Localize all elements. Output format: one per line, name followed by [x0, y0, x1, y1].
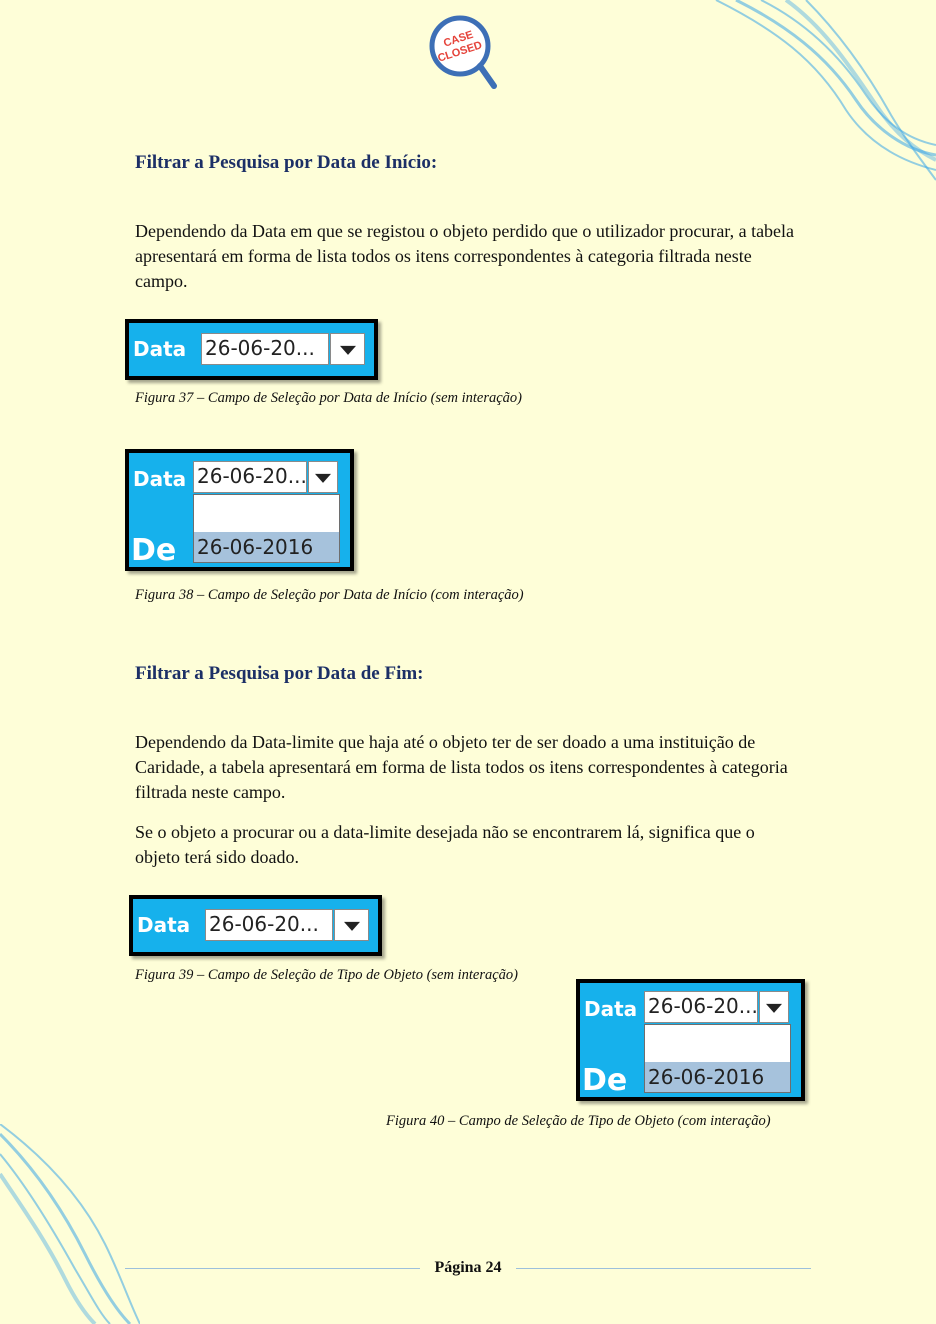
figure-40-date-field-open: Data De 26-06-20... 26-06-2016 — [576, 979, 805, 1101]
figure-40-caption: Figura 40 – Campo de Seleção de Tipo de … — [386, 1113, 771, 1129]
page-number: Página 24 — [434, 1259, 502, 1276]
dropdown-option-selected[interactable]: 26-06-2016 — [645, 1062, 790, 1092]
figure-38-caption: Figura 38 – Campo de Seleção por Data de… — [135, 587, 524, 603]
figure-38-date-field-open: Data De 26-06-20... 26-06-2016 — [125, 449, 354, 571]
date-select[interactable]: 26-06-20... — [205, 909, 333, 941]
section-paragraph-end-date-1: Dependendo da Data-limite que haja até o… — [135, 732, 788, 802]
decorative-wave-bottom-left — [0, 1124, 140, 1324]
date-label: Data — [133, 467, 187, 491]
figure-37-caption: Figura 37 – Campo de Seleção por Data de… — [135, 390, 522, 406]
date-label: Data — [584, 997, 638, 1021]
date-label: Data — [137, 913, 191, 937]
date-select[interactable]: 26-06-20... — [193, 461, 307, 493]
partial-label-behind: De — [582, 1063, 628, 1098]
figure-39-caption: Figura 39 – Campo de Seleção de Tipo de … — [135, 967, 518, 983]
date-dropdown-list: 26-06-2016 — [644, 1024, 791, 1093]
chevron-down-icon[interactable] — [759, 991, 789, 1023]
figure-39-date-field: Data 26-06-20... — [129, 895, 382, 956]
section-heading-end-date: Filtrar a Pesquisa por Data de Fim: — [135, 663, 424, 684]
date-select[interactable]: 26-06-20... — [201, 333, 329, 365]
date-dropdown-list: 26-06-2016 — [193, 494, 340, 563]
chevron-down-icon[interactable] — [330, 333, 365, 365]
partial-label-behind: De — [131, 533, 177, 568]
section-paragraph-end-date-2: Se o objeto a procurar ou a data-limite … — [135, 822, 755, 867]
figure-37-date-field: Data 26-06-20... — [125, 319, 378, 380]
date-label: Data — [133, 337, 187, 361]
date-select[interactable]: 26-06-20... — [644, 991, 758, 1023]
section-heading-start-date: Filtrar a Pesquisa por Data de Início: — [135, 152, 438, 173]
document-page: CASE CLOSED Filtrar a Pesquisa por Data … — [0, 0, 936, 1324]
chevron-down-icon[interactable] — [308, 461, 338, 493]
chevron-down-icon[interactable] — [334, 909, 369, 941]
dropdown-option-selected[interactable]: 26-06-2016 — [194, 532, 339, 562]
case-closed-logo: CASE CLOSED — [429, 15, 497, 89]
decorative-wave-top-right — [715, 0, 936, 181]
section-paragraph-start-date: Dependendo da Data em que se registou o … — [135, 221, 795, 291]
